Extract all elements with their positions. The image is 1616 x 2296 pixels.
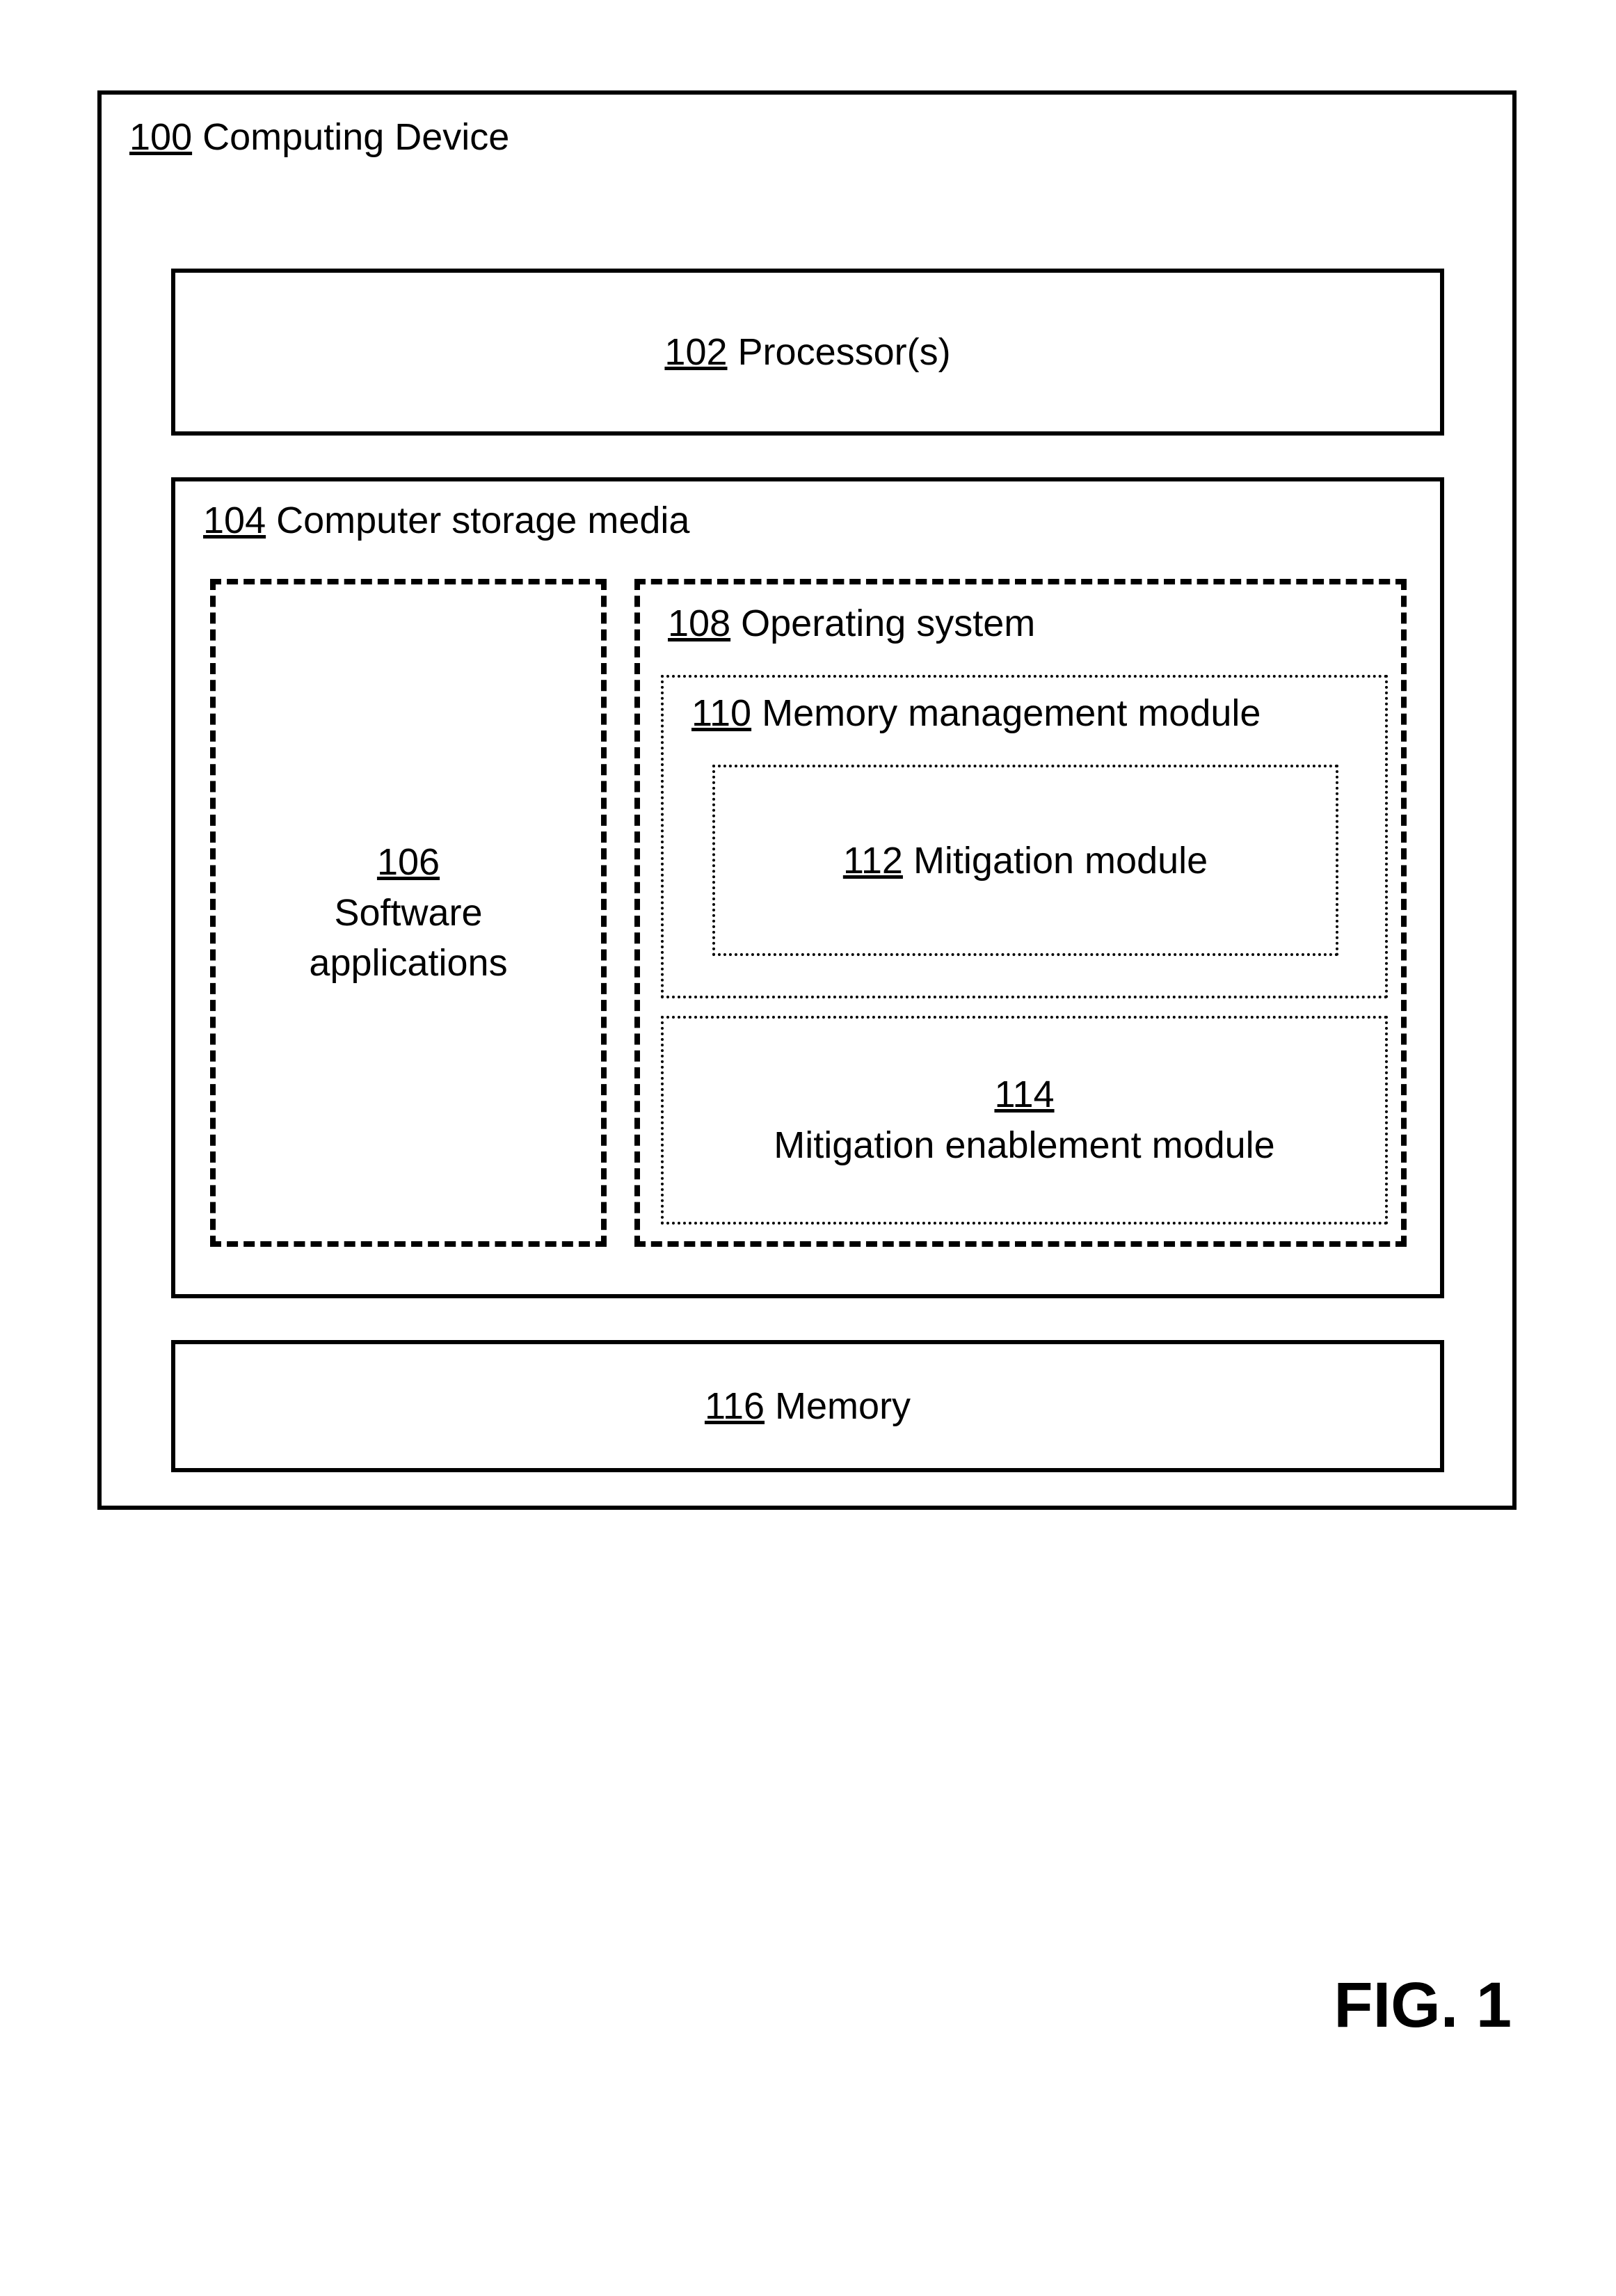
label-text: Memory (775, 1385, 911, 1428)
computing-device-box: 100 Computing Device 102 Processor(s) 10… (97, 90, 1517, 1510)
ref-number: 104 (203, 500, 266, 541)
memory-management-module-label: 110 Memory management module (691, 692, 1261, 735)
figure-caption: FIG. 1 (1334, 1969, 1512, 2042)
label-text: Mitigation enablement module (774, 1124, 1274, 1166)
label-text: Operating system (741, 603, 1035, 644)
ref-number: 116 (705, 1385, 765, 1428)
ref-number: 100 (129, 116, 192, 158)
storage-media-label: 104 Computer storage media (203, 499, 689, 542)
ref-number: 108 (668, 603, 730, 644)
computing-device-label: 100 Computing Device (129, 115, 509, 159)
label-text: Mitigation module (913, 839, 1208, 882)
label-text: applications (309, 942, 507, 984)
ref-number: 114 (994, 1074, 1054, 1115)
operating-system-box: 108 Operating system 110 Memory manageme… (634, 579, 1407, 1247)
ref-number: 110 (691, 692, 751, 734)
label-text: Software (334, 892, 482, 934)
ref-number: 106 (377, 841, 440, 883)
mitigation-module-box: 112 Mitigation module (712, 765, 1338, 956)
software-applications-box: 106 Software applications (210, 579, 607, 1247)
diagram-page: 100 Computing Device 102 Processor(s) 10… (0, 0, 1616, 2296)
processor-box: 102 Processor(s) (171, 269, 1444, 436)
operating-system-label: 108 Operating system (668, 602, 1035, 645)
label-text: Processor(s) (738, 330, 951, 374)
ref-number: 112 (843, 839, 903, 882)
memory-management-module-box: 110 Memory management module 112 Mitigat… (661, 675, 1388, 998)
label-text: Memory management module (762, 692, 1261, 734)
label-text: Computing Device (202, 116, 509, 158)
memory-box: 116 Memory (171, 1340, 1444, 1472)
storage-media-box: 104 Computer storage media 106 Software … (171, 477, 1444, 1298)
label-text: Computer storage media (276, 500, 689, 541)
mitigation-enablement-module-box: 114 Mitigation enablement module (661, 1016, 1388, 1225)
ref-number: 102 (664, 330, 727, 374)
